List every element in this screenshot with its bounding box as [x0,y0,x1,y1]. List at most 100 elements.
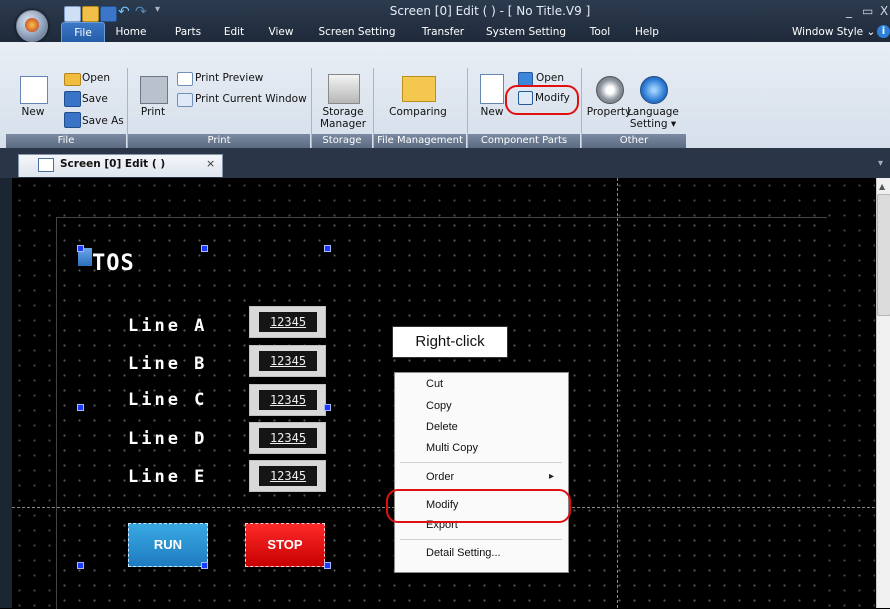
quick-save-icon[interactable] [100,6,117,22]
storage-manager-label-2: Manager [319,118,367,130]
selection-handle[interactable] [77,245,84,252]
screen-title[interactable]: TOS [92,251,135,276]
info-icon[interactable]: i [877,25,890,38]
window-style-dropdown[interactable]: Window Style ⌄ [792,22,875,42]
line-label-e[interactable]: Line E [128,467,207,487]
tab-file[interactable]: File [61,22,105,43]
numeric-value: 12345 [259,466,317,486]
restore-button[interactable]: ▭ [862,4,873,18]
context-menu [394,372,569,573]
line-label-d[interactable]: Line D [128,429,207,449]
numeric-value: 12345 [259,390,317,410]
tab-help[interactable]: Help [628,22,666,42]
scroll-up-icon[interactable]: ▲ [879,182,885,191]
save-as-icon [64,112,81,128]
line-label-c[interactable]: Line C [128,390,207,410]
window-title: Screen [0] Edit ( ) - [ No Title.V9 ] [389,4,591,18]
quick-open-icon[interactable] [82,6,99,22]
tab-edit[interactable]: Edit [216,22,252,42]
selection-handle[interactable] [324,404,331,411]
language-setting-button[interactable]: Language Setting ▾ [624,106,682,130]
language-setting-label-2: Setting [629,118,668,130]
storage-manager-icon [328,74,360,104]
print-preview-button[interactable]: Print Preview [195,72,263,84]
minimize-button[interactable]: _ [846,4,852,18]
new-button[interactable]: New [14,106,52,118]
undo-icon[interactable]: ↶ [118,4,130,20]
tab-list-dropdown-icon[interactable]: ▾ [878,158,883,169]
language-globe-icon [640,76,668,104]
group-label-file: File [6,134,126,148]
tab-system-setting[interactable]: System Setting [480,22,572,42]
group-label-component-parts: Component Parts [468,134,580,148]
window-style-label: Window Style [792,26,864,38]
component-open-button[interactable]: Open [536,72,564,84]
scrollbar-thumb[interactable] [877,194,890,316]
menu-item-cut[interactable]: Cut [426,378,443,390]
numeric-display-b[interactable]: 12345 [249,345,326,377]
numeric-display-a[interactable]: 12345 [249,306,326,338]
tab-tool[interactable]: Tool [580,22,620,42]
selection-handle[interactable] [324,245,331,252]
submenu-arrow-icon: ▸ [549,471,555,482]
tab-transfer[interactable]: Transfer [412,22,474,42]
print-current-window-button[interactable]: Print Current Window [195,93,307,105]
selection-handle[interactable] [201,245,208,252]
tab-screen-setting[interactable]: Screen Setting [313,22,401,42]
property-gear-icon [596,76,624,104]
component-new-icon [480,74,504,104]
comparing-button[interactable]: Comparing [380,106,456,118]
quick-new-icon[interactable] [64,6,81,22]
menu-item-multi-copy[interactable]: Multi Copy [426,442,478,454]
menu-item-copy[interactable]: Copy [426,400,452,412]
group-label-print: Print [128,134,310,148]
numeric-value: 12345 [259,428,317,448]
storage-manager-label-1: Storage [322,106,364,118]
printer-icon [140,76,168,104]
menu-item-order[interactable]: Order [426,471,454,483]
selection-handle[interactable] [201,562,208,569]
storage-manager-button[interactable]: Storage Manager [314,106,372,130]
line-label-a[interactable]: Line A [128,316,207,336]
document-tab-label: Screen [0] Edit ( ) [60,158,166,170]
print-button[interactable]: Print [134,106,172,118]
numeric-value: 12345 [259,351,317,371]
numeric-display-c[interactable]: 12345 [249,384,326,416]
selection-handle[interactable] [77,404,84,411]
close-icon[interactable]: × [206,157,215,170]
numeric-display-e[interactable]: 12345 [249,460,326,492]
quick-access-dropdown-icon[interactable]: ▾ [155,4,160,15]
app-orb-icon[interactable] [16,10,48,42]
selection-handle[interactable] [77,562,84,569]
component-new-button[interactable]: New [476,106,508,118]
open-folder-icon [64,73,81,86]
save-icon [64,91,81,107]
new-file-icon [20,76,48,104]
stop-button[interactable]: STOP [245,523,325,567]
ribbon [0,42,890,149]
tab-home[interactable]: Home [111,22,151,42]
menu-item-delete[interactable]: Delete [426,421,458,433]
menu-separator [400,539,562,540]
selection-handle[interactable] [324,562,331,569]
guide-line [617,178,618,608]
tab-parts[interactable]: Parts [168,22,208,42]
run-button[interactable]: RUN [128,523,208,567]
save-as-button[interactable]: Save As [82,115,124,127]
language-setting-label-1: Language [627,106,679,118]
group-label-file-management: File Management [374,134,466,148]
screen-edit-icon [38,158,54,172]
line-label-b[interactable]: Line B [128,354,207,374]
numeric-value: 12345 [259,312,317,332]
menu-separator [400,462,562,463]
redo-icon[interactable]: ↷ [135,4,147,20]
save-button[interactable]: Save [82,93,108,105]
group-label-other: Other [582,134,686,148]
open-button[interactable]: Open [82,72,110,84]
menu-item-detail-setting[interactable]: Detail Setting... [426,547,501,559]
numeric-display-d[interactable]: 12345 [249,422,326,454]
component-open-icon [518,72,533,86]
comparing-folder-icon [402,76,436,102]
close-button[interactable]: X [880,4,888,18]
tab-view[interactable]: View [262,22,300,42]
